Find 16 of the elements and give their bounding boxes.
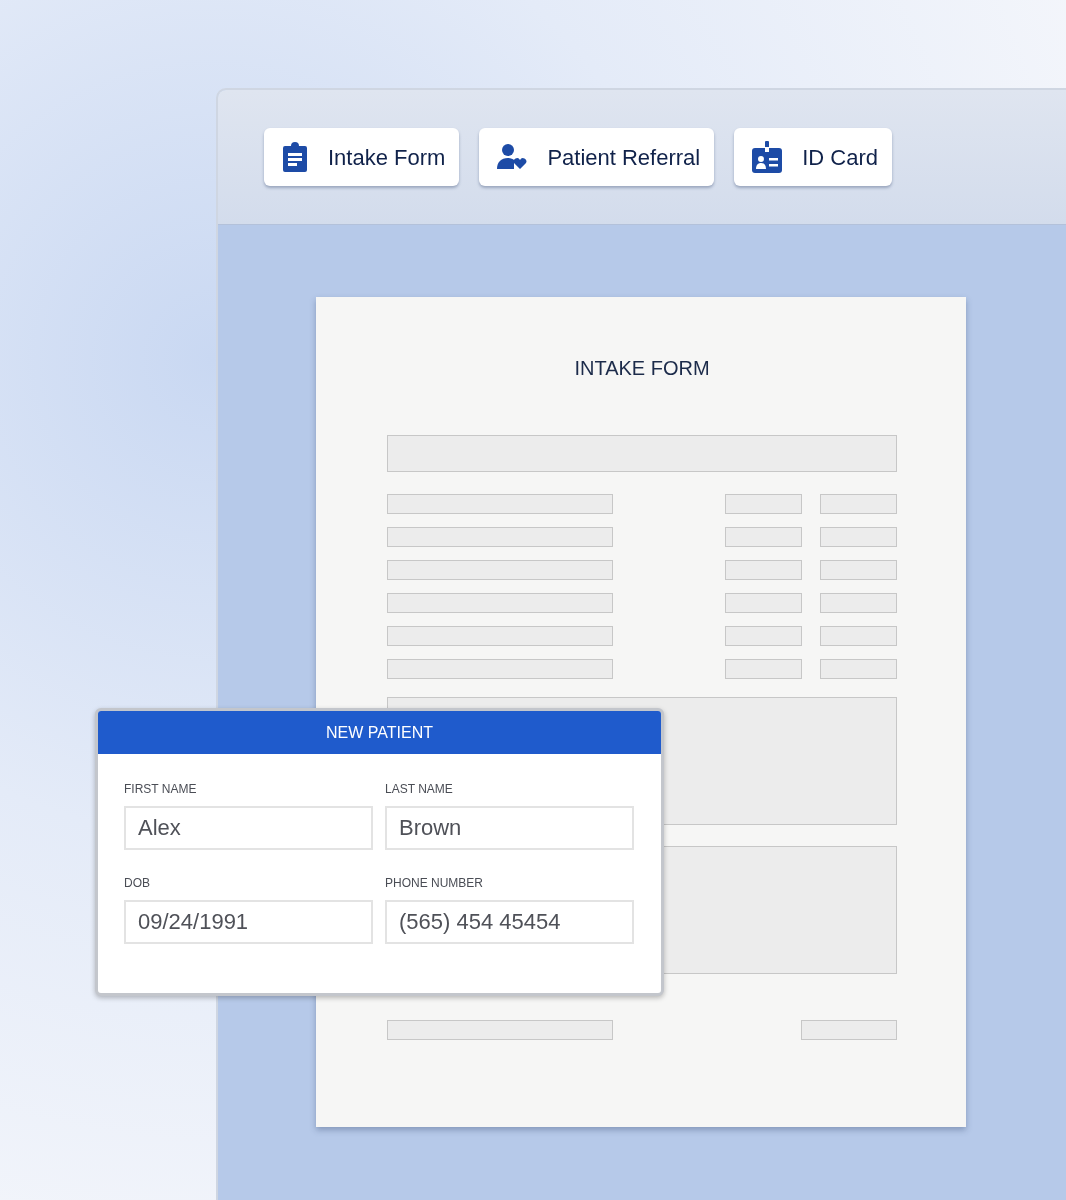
clipboard-icon xyxy=(282,142,308,172)
input-field[interactable]: Brown xyxy=(385,806,634,850)
field-label: LAST NAME xyxy=(385,781,454,798)
field-label: DOB xyxy=(124,875,151,892)
id-badge-icon xyxy=(752,141,783,173)
toolbar-button[interactable]: Intake Form xyxy=(264,128,460,186)
input-field[interactable]: 09/24/1991 xyxy=(124,900,373,944)
field-label: FIRST NAME xyxy=(124,781,198,798)
input-field[interactable]: Alex xyxy=(124,806,373,850)
field-label: PHONE NUMBER xyxy=(385,875,484,892)
form-title: INTAKE FORM xyxy=(573,356,711,381)
person-heart-icon xyxy=(497,144,528,170)
card-header: NEW PATIENT xyxy=(98,711,661,754)
toolbar-button[interactable]: ID Card xyxy=(734,128,893,186)
input-field[interactable]: (565) 454 45454 xyxy=(385,900,634,944)
toolbar-button[interactable]: Patient Referral xyxy=(479,128,715,186)
